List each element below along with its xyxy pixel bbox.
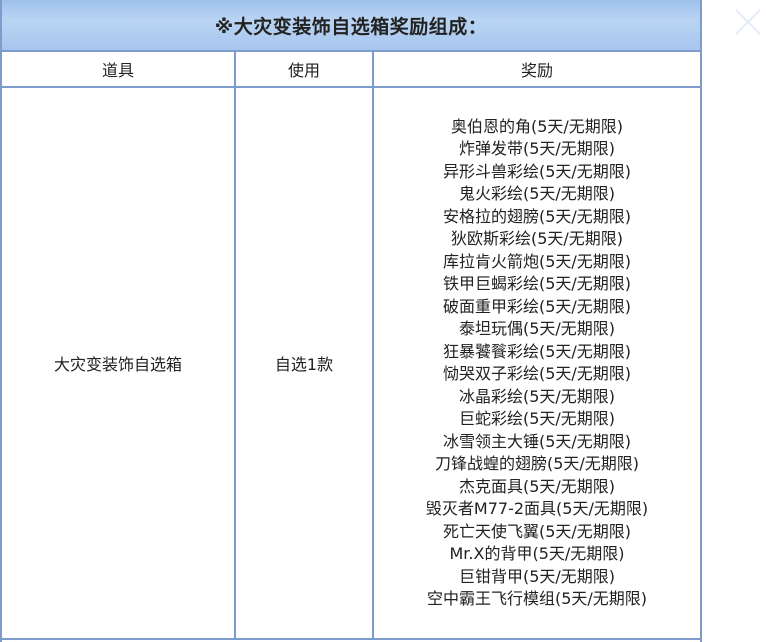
title-banner: ※大灾变装饰自选箱奖励组成： [2,0,700,52]
list-item: 空中霸王飞行模组(5天/无期限) [426,589,648,608]
reward-table: 道具 使用 奖励 大灾变装饰自选箱 自选1款 奥伯恩的角(5天/无期限) 炸弹发… [2,52,700,640]
usage-cell: 自选1款 [234,86,374,640]
list-item: Mr.X的背甲(5天/无期限) [449,544,625,563]
list-item: 炸弹发带(5天/无期限) [458,139,616,158]
banner-title: ※大灾变装饰自选箱奖励组成： [214,15,488,38]
list-item: 冰晶彩绘(5天/无期限) [458,386,616,406]
list-item: 破面重甲彩绘(5天/无期限) [442,296,632,316]
list-item: 杰克面具(5天/无期限) [458,476,616,496]
list-item: 泰坦玩偶(5天/无期限) [458,319,616,338]
list-item: 狄欧斯彩绘(5天/无期限) [450,229,624,248]
list-item: 库拉肯火箭炮(5天/无期限) [442,251,632,271]
header-usage: 使用 [234,52,374,88]
list-item: 异形斗兽彩绘(5天/无期限) [442,161,632,181]
list-item: 巨蛇彩绘(5天/无期限) [458,409,616,428]
list-item: 奥伯恩的角(5天/无期限) [450,116,624,136]
header-item: 道具 [2,52,236,88]
item-cell: 大灾变装饰自选箱 [2,86,236,640]
list-item: 刀锋战蝗的翅膀(5天/无期限) [434,454,640,473]
list-item: 巨钳背甲(5天/无期限) [458,566,616,586]
table-row: 大灾变装饰自选箱 自选1款 奥伯恩的角(5天/无期限) 炸弹发带(5天/无期限)… [2,86,700,640]
list-item: 安格拉的翅膀(5天/无期限) [442,206,632,226]
table-header-row: 道具 使用 奖励 [2,52,700,88]
header-rewards: 奖励 [372,52,700,88]
reward-list: 奥伯恩的角(5天/无期限) 炸弹发带(5天/无期限) 异形斗兽彩绘(5天/无期限… [374,116,700,611]
list-item: 铁甲巨蝎彩绘(5天/无期限) [442,274,632,293]
list-item: 死亡天使飞翼(5天/无期限) [442,521,632,541]
list-item: 恸哭双子彩绘(5天/无期限) [442,364,632,383]
rewards-cell: 奥伯恩的角(5天/无期限) 炸弹发带(5天/无期限) 异形斗兽彩绘(5天/无期限… [372,86,700,640]
close-icon[interactable] [730,4,766,40]
list-item: 冰雪领主大锤(5天/无期限) [442,431,632,451]
list-item: 毁灭者M77-2面具(5天/无期限) [425,499,649,518]
reward-panel: ※大灾变装饰自选箱奖励组成： 道具 使用 奖励 大灾变装饰自选箱 自选1款 奥伯… [0,0,702,642]
list-item: 狂暴饕餮彩绘(5天/无期限) [442,341,632,361]
list-item: 鬼火彩绘(5天/无期限) [458,184,616,203]
page: ※大灾变装饰自选箱奖励组成： 道具 使用 奖励 大灾变装饰自选箱 自选1款 奥伯… [0,0,766,642]
